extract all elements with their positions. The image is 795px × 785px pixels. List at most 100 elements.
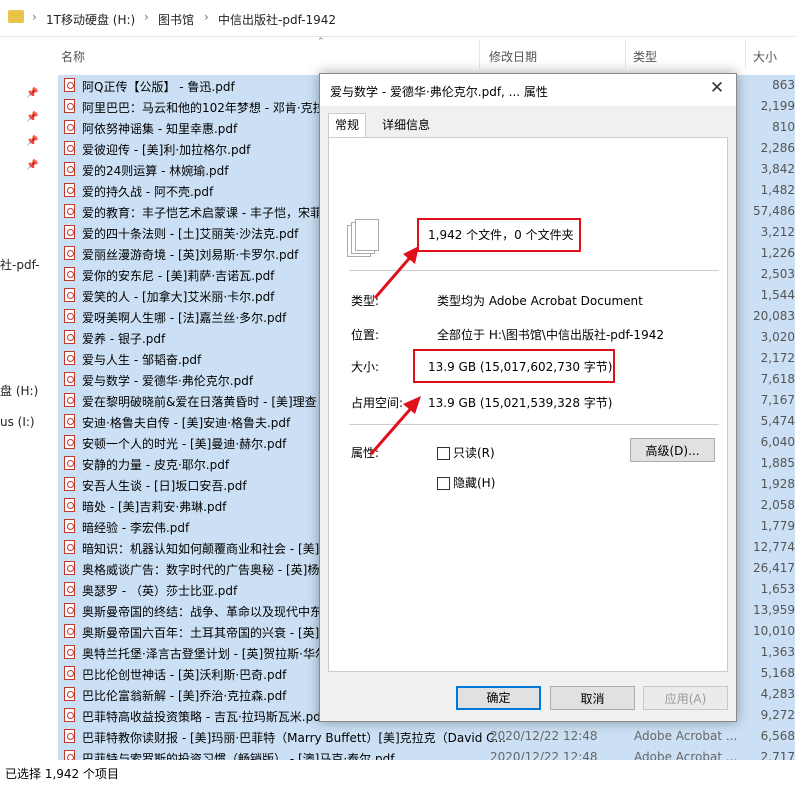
column-divider[interactable] [625,40,626,68]
cancel-button[interactable]: 取消 [550,686,635,710]
file-name: 爱的24则运算 - 林婉瑜.pdf [82,164,229,178]
file-name: 安迪·格鲁夫自传 - [美]安迪·格鲁夫.pdf [82,416,291,430]
pdf-file-icon [64,393,75,407]
pdf-file-icon [64,456,75,470]
pdf-file-icon [64,183,75,197]
pdf-file-icon [64,519,75,533]
file-name: 爱在黎明破晓前&爱在日落黄昏时 - [美]理查 [82,395,317,409]
file-row[interactable]: 巴菲特教你读财报 - [美]玛丽·巴菲特（Marry Buffett）[美]克拉… [58,726,795,747]
general-panel: 1,942 个文件，0 个文件夹 类型: 类型均为 Adobe Acrobat … [328,137,728,672]
nav-item-drive-h[interactable]: 盘 (H:) [0,382,38,399]
column-name[interactable]: 名称 [61,48,85,65]
apply-button[interactable]: 应用(A) [643,686,728,710]
pdf-file-icon [64,330,75,344]
file-size: 2,058 [760,498,795,512]
file-name: 暗经验 - 李宏伟.pdf [82,521,190,535]
pdf-file-icon [64,288,75,302]
file-size: 863 [772,78,795,92]
size-value: 13.9 GB (15,017,602,730 字节) [428,360,613,374]
file-name: 巴菲特教你读财报 - [美]玛丽·巴菲特（Marry Buffett）[美]克拉… [82,731,506,745]
nav-item-folder[interactable]: 社-pdf- [0,256,39,273]
breadcrumb-library[interactable]: 图书馆 [158,11,194,28]
file-name: 奥斯曼帝国的终结：战争、革命以及现代中东 [82,605,323,619]
red-arrow-icon [373,246,419,299]
tab-details[interactable]: 详细信息 [376,114,436,136]
file-row[interactable]: 巴菲特与索罗斯的投资习惯（畅销版） - [澳]马克·泰尔.pdf 2020/12/… [58,747,795,760]
file-name: 奥斯曼帝国六百年：土耳其帝国的兴衰 - [英] [82,626,320,640]
selection-count: 已选择 1,942 个项目 [5,767,119,781]
disk-usage-value: 13.9 GB (15,021,539,328 字节) [428,396,613,410]
file-size: 2,199 [760,99,795,113]
file-size: 1,885 [760,456,795,470]
hidden-checkbox[interactable] [437,477,450,490]
pdf-file-icon [64,225,75,239]
pdf-file-icon [64,708,75,722]
file-name: 安吾人生谈 - [日]坂口安吾.pdf [82,479,247,493]
pdf-file-icon [64,141,75,155]
file-size: 3,212 [760,225,795,239]
file-name: 爱与数学 - 爱德华·弗伦克尔.pdf [82,374,254,388]
pdf-file-icon [64,414,75,428]
file-name: 爱你的安东尼 - [美]莉萨·吉诺瓦.pdf [82,269,275,283]
size-label: 大小: [351,360,380,374]
close-icon[interactable]: ✕ [706,78,728,98]
file-name: 奥特兰托堡·泽言古登堡计划 - [英]贺拉斯·华尔 [82,647,327,661]
pdf-file-icon [64,666,75,680]
properties-dialog: 爱与数学 - 爱德华·弗伦克尔.pdf, ... 属性 ✕ 常规 详细信息 1,… [319,73,737,722]
tab-general[interactable]: 常规 [328,113,367,138]
file-size: 9,272 [760,708,795,722]
file-name: 安静的力量 - 皮克·耶尔.pdf [82,458,230,472]
file-size: 6,040 [760,435,795,449]
ok-button[interactable]: 确定 [456,686,541,710]
file-size: 2,717 [760,750,795,760]
file-name: 爱笑的人 - [加拿大]艾米丽·卡尔.pdf [82,290,275,304]
file-name: 阿依努神谣集 - 知里幸惠.pdf [82,122,238,136]
pdf-file-icon [64,120,75,134]
file-name: 暗处 - [美]吉莉安·弗琳.pdf [82,500,227,514]
file-size: 7,167 [760,393,795,407]
breadcrumb-folder[interactable]: 中信出版社-pdf-1942 [218,11,336,28]
file-name: 爱的教育：丰子恺艺术启蒙课 - 丰子恺，宋菲 [82,206,322,220]
file-size: 6,568 [760,729,795,743]
file-date: 2020/12/22 12:48 [490,729,598,743]
type-value: 类型均为 Adobe Acrobat Document [437,294,643,308]
red-arrow-icon [369,396,421,455]
readonly-label: 只读(R) [453,446,495,460]
advanced-button[interactable]: 高级(D)... [630,438,715,462]
pdf-file-icon [64,162,75,176]
column-date[interactable]: 修改日期 [489,48,537,65]
file-name: 爱养 - 银子.pdf [82,332,166,346]
file-size: 1,544 [760,288,795,302]
file-name: 阿里巴巴：马云和他的102年梦想 - 邓肯·克拉 [82,101,325,115]
pin-icon: 📌 [26,112,39,123]
dialog-titlebar[interactable]: 爱与数学 - 爱德华·弗伦克尔.pdf, ... 属性 ✕ [320,74,736,106]
column-size[interactable]: 大小 [753,48,777,65]
file-name: 安顿一个人的时光 - [美]曼迪·赫尔.pdf [82,437,287,451]
file-name: 巴比伦富翁新解 - [美]乔治·克拉森.pdf [82,689,287,703]
readonly-checkbox[interactable] [437,447,450,460]
breadcrumb-drive[interactable]: 1T移动硬盘 (H:) [46,11,135,28]
file-size: 1,653 [760,582,795,596]
column-divider[interactable] [479,40,480,68]
pin-icon: 📌 [26,136,39,147]
file-name: 爱的四十条法则 - [土]艾丽芙·沙法克.pdf [82,227,299,241]
file-size: 5,168 [760,666,795,680]
file-name: 阿Q正传【公版】 - 鲁迅.pdf [82,80,235,94]
column-divider[interactable] [745,40,746,68]
column-type[interactable]: 类型 [633,48,657,65]
breadcrumb-separator-icon: › [204,10,209,24]
pdf-file-icon [64,603,75,617]
file-size: 1,482 [760,183,795,197]
pdf-file-icon [64,99,75,113]
file-name: 奥瑟罗 - （英）莎士比亚.pdf [82,584,238,598]
file-name: 暗知识：机器认知如何颠覆商业和社会 - [美] [82,542,320,556]
pdf-file-icon [64,309,75,323]
file-size: 12,774 [753,540,795,554]
pdf-file-icon [64,267,75,281]
address-bar[interactable]: › 1T移动硬盘 (H:) › 图书馆 › 中信出版社-pdf-1942 [0,0,795,37]
status-bar: 已选择 1,942 个项目 [0,760,795,785]
pdf-file-icon [64,750,75,760]
file-name: 巴菲特与索罗斯的投资习惯（畅销版） - [澳]马克·泰尔.pdf [82,752,395,760]
location-label: 位置: [351,328,380,342]
nav-item-drive-i[interactable]: us (I:) [0,415,35,429]
